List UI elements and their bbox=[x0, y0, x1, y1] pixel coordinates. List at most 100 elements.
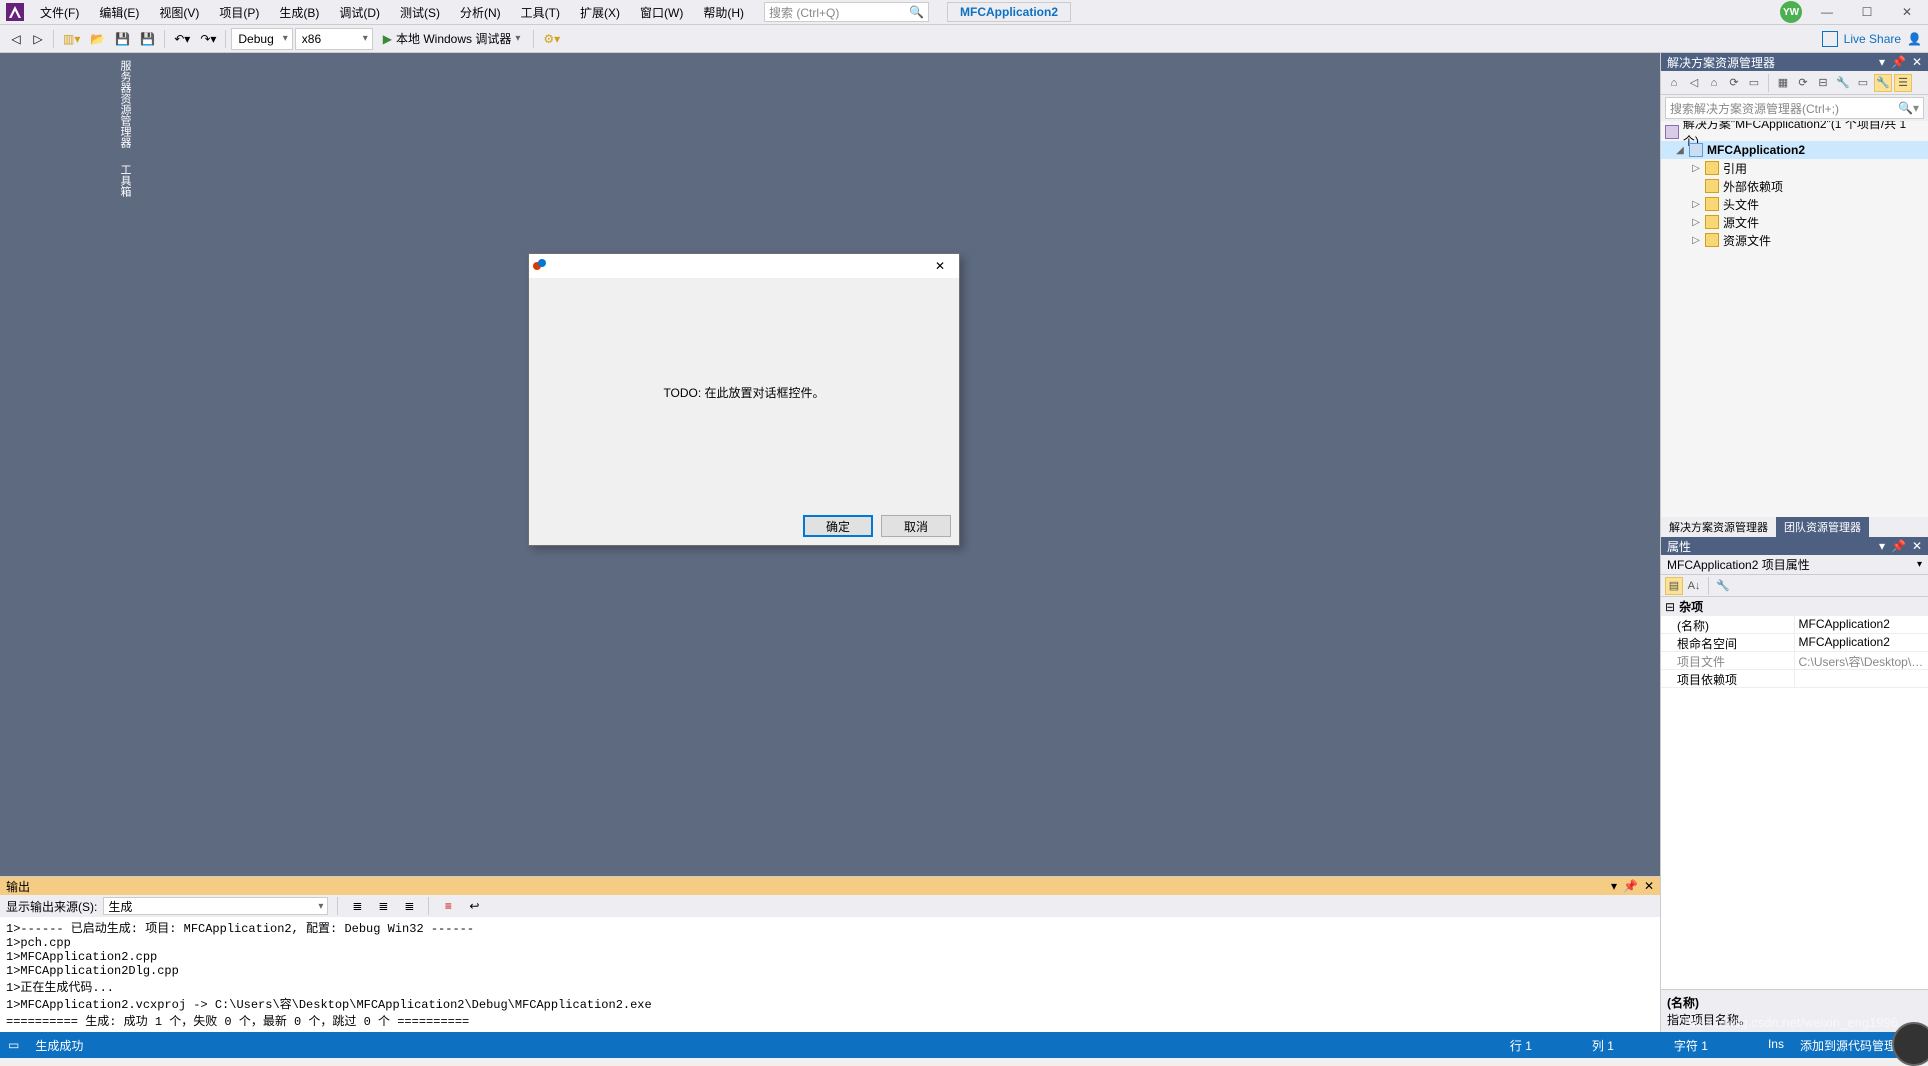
out-tb-wrap[interactable]: ↩ bbox=[464, 895, 484, 917]
menu-item[interactable]: 测试(S) bbox=[392, 1, 448, 24]
menu-item[interactable]: 视图(V) bbox=[151, 1, 207, 24]
expand-caret-icon[interactable]: ▷ bbox=[1691, 217, 1701, 228]
tree-node[interactable]: ▷ 资源文件 bbox=[1661, 231, 1928, 249]
feedback-icon[interactable]: 👤 bbox=[1907, 32, 1922, 46]
save-all-button[interactable]: 💾 bbox=[136, 28, 159, 50]
tab-team-explorer[interactable]: 团队资源管理器 bbox=[1776, 517, 1869, 537]
menu-item[interactable]: 帮助(H) bbox=[695, 1, 752, 24]
liveshare-button[interactable]: Live Share bbox=[1844, 32, 1901, 46]
menu-item[interactable]: 项目(P) bbox=[211, 1, 267, 24]
user-avatar[interactable]: YW bbox=[1780, 1, 1802, 23]
se-home2-icon[interactable]: ⌂ bbox=[1705, 74, 1723, 92]
tab-solution-explorer[interactable]: 解决方案资源管理器 bbox=[1661, 517, 1776, 537]
property-value[interactable] bbox=[1795, 670, 1928, 688]
platform-combo[interactable]: x86 bbox=[295, 28, 373, 50]
se-pin-icon[interactable]: 📌 bbox=[1891, 55, 1906, 69]
properties-object-combo[interactable]: MFCApplication2 项目属性 ▾ bbox=[1661, 555, 1928, 575]
vs-logo-icon bbox=[6, 3, 24, 21]
se-sync-icon[interactable]: ⟳ bbox=[1725, 74, 1743, 92]
dialog-close-button[interactable]: ✕ bbox=[925, 259, 955, 273]
se-props-icon[interactable]: 🔧 bbox=[1834, 74, 1852, 92]
menu-item[interactable]: 扩展(X) bbox=[572, 1, 628, 24]
props-pages-icon[interactable]: 🔧 bbox=[1714, 577, 1732, 595]
property-row[interactable]: 项目文件 C:\Users\容\Desktop\MFCApp bbox=[1661, 652, 1928, 670]
tree-node[interactable]: ▷ 源文件 bbox=[1661, 213, 1928, 231]
props-close-icon[interactable]: ✕ bbox=[1912, 539, 1922, 553]
tree-node[interactable]: ▷ 引用 bbox=[1661, 159, 1928, 177]
panel-dropdown-icon[interactable]: ▾ bbox=[1611, 879, 1617, 893]
props-pin-icon[interactable]: 📌 bbox=[1891, 539, 1906, 553]
ok-button[interactable]: 确定 bbox=[803, 515, 873, 537]
props-categorized-icon[interactable]: ▤ bbox=[1665, 577, 1683, 595]
property-value[interactable]: MFCApplication2 bbox=[1795, 634, 1928, 652]
out-tb-2[interactable]: ≣ bbox=[373, 895, 393, 917]
property-value[interactable]: MFCApplication2 bbox=[1795, 616, 1928, 634]
out-tb-clear[interactable]: ≡ bbox=[438, 895, 458, 917]
expand-caret-icon[interactable]: ▷ bbox=[1691, 199, 1701, 210]
undo-button[interactable]: ↶▾ bbox=[170, 28, 194, 50]
properties-title[interactable]: 属性 ▾ 📌 ✕ bbox=[1661, 537, 1928, 555]
props-dropdown-icon[interactable]: ▾ bbox=[1879, 539, 1885, 553]
menu-item[interactable]: 编辑(E) bbox=[91, 1, 147, 24]
maximize-button[interactable]: ☐ bbox=[1852, 2, 1882, 22]
dialog-titlebar[interactable]: ✕ bbox=[529, 254, 959, 278]
new-project-button[interactable]: ▥▾ bbox=[59, 28, 84, 50]
nav-fwd-button[interactable]: ▷ bbox=[28, 28, 48, 50]
start-debug-button[interactable]: ▶ 本地 Windows 调试器 ▾ bbox=[375, 28, 529, 50]
configuration-combo[interactable]: Debug bbox=[231, 28, 292, 50]
panel-pin-icon[interactable]: 📌 bbox=[1623, 879, 1638, 893]
se-refresh-icon[interactable]: ⟳ bbox=[1794, 74, 1812, 92]
output-source-combo[interactable]: 生成 bbox=[103, 897, 328, 915]
out-tb-3[interactable]: ≣ bbox=[399, 895, 419, 917]
solution-explorer-title[interactable]: 解决方案资源管理器 ▾ 📌 ✕ bbox=[1661, 53, 1928, 71]
redo-button[interactable]: ↷▾ bbox=[196, 28, 220, 50]
output-panel-title[interactable]: 输出 ▾ 📌 ✕ bbox=[0, 877, 1660, 895]
se-preview-icon[interactable]: ▭ bbox=[1854, 74, 1872, 92]
property-row[interactable]: 根命名空间 MFCApplication2 bbox=[1661, 634, 1928, 652]
expand-caret-icon[interactable]: ◢ bbox=[1675, 145, 1685, 156]
tree-node[interactable]: 外部依赖项 bbox=[1661, 177, 1928, 195]
panel-close-icon[interactable]: ✕ bbox=[1644, 879, 1654, 893]
menu-item[interactable]: 调试(D) bbox=[331, 1, 388, 24]
global-search-input[interactable]: 搜索 (Ctrl+Q) 🔍 bbox=[764, 2, 929, 22]
se-dropdown-icon[interactable]: ▾ bbox=[1879, 55, 1885, 69]
cancel-button[interactable]: 取消 bbox=[881, 515, 951, 537]
tree-node[interactable]: ▷ 头文件 bbox=[1661, 195, 1928, 213]
solution-tree[interactable]: 解决方案"MFCApplication2"(1 个项目/共 1 个) ◢ MFC… bbox=[1661, 121, 1928, 517]
collapse-icon[interactable]: ⊟ bbox=[1665, 600, 1675, 614]
props-category[interactable]: ⊟ 杂项 bbox=[1661, 597, 1928, 616]
minimize-button[interactable]: — bbox=[1812, 2, 1842, 22]
se-back-icon[interactable]: ◁ bbox=[1685, 74, 1703, 92]
nav-back-button[interactable]: ◁ bbox=[6, 28, 26, 50]
se-close-icon[interactable]: ✕ bbox=[1912, 55, 1922, 69]
out-tb-1[interactable]: ≣ bbox=[347, 895, 367, 917]
menu-item[interactable]: 工具(T) bbox=[513, 1, 568, 24]
open-file-button[interactable]: 📂 bbox=[86, 28, 109, 50]
expand-caret-icon[interactable]: ▷ bbox=[1691, 163, 1701, 174]
menu-item[interactable]: 生成(B) bbox=[271, 1, 327, 24]
menu-item[interactable]: 分析(N) bbox=[452, 1, 509, 24]
expand-caret-icon[interactable]: ▷ bbox=[1691, 235, 1701, 246]
property-value[interactable]: C:\Users\容\Desktop\MFCApp bbox=[1795, 652, 1928, 670]
se-collapse-icon[interactable]: ⊟ bbox=[1814, 74, 1832, 92]
se-home-icon[interactable]: ⌂ bbox=[1665, 74, 1683, 92]
se-search-input[interactable]: 搜索解决方案资源管理器(Ctrl+;) 🔍▾ bbox=[1665, 97, 1924, 119]
server-explorer-tab[interactable]: 服务器资源管理器 bbox=[2, 53, 136, 155]
close-button[interactable]: ✕ bbox=[1892, 2, 1922, 22]
output-text[interactable]: 1>------ 已启动生成: 项目: MFCApplication2, 配置:… bbox=[0, 917, 1660, 1032]
properties-grid[interactable]: ⊟ 杂项 (名称) MFCApplication2 根命名空间 MFCAppli… bbox=[1661, 597, 1928, 989]
se-wrench-icon[interactable]: 🔧 bbox=[1874, 74, 1892, 92]
props-alpha-icon[interactable]: A↓ bbox=[1685, 577, 1703, 595]
tool-button[interactable]: ⚙▾ bbox=[539, 28, 564, 50]
solution-node[interactable]: 解决方案"MFCApplication2"(1 个项目/共 1 个) bbox=[1661, 123, 1928, 141]
property-row[interactable]: 项目依赖项 bbox=[1661, 670, 1928, 688]
save-button[interactable]: 💾 bbox=[111, 28, 134, 50]
source-control-link[interactable]: 添加到源代码管理 bbox=[1800, 1037, 1896, 1054]
menu-item[interactable]: 窗口(W) bbox=[632, 1, 691, 24]
se-btn5[interactable]: ▭ bbox=[1745, 74, 1763, 92]
menu-item[interactable]: 文件(F) bbox=[32, 1, 87, 24]
property-row[interactable]: (名称) MFCApplication2 bbox=[1661, 616, 1928, 634]
toolbox-tab[interactable]: 工具箱 bbox=[2, 157, 136, 204]
se-filter-icon[interactable]: ☰ bbox=[1894, 74, 1912, 92]
se-showall-icon[interactable]: ▦ bbox=[1774, 74, 1792, 92]
